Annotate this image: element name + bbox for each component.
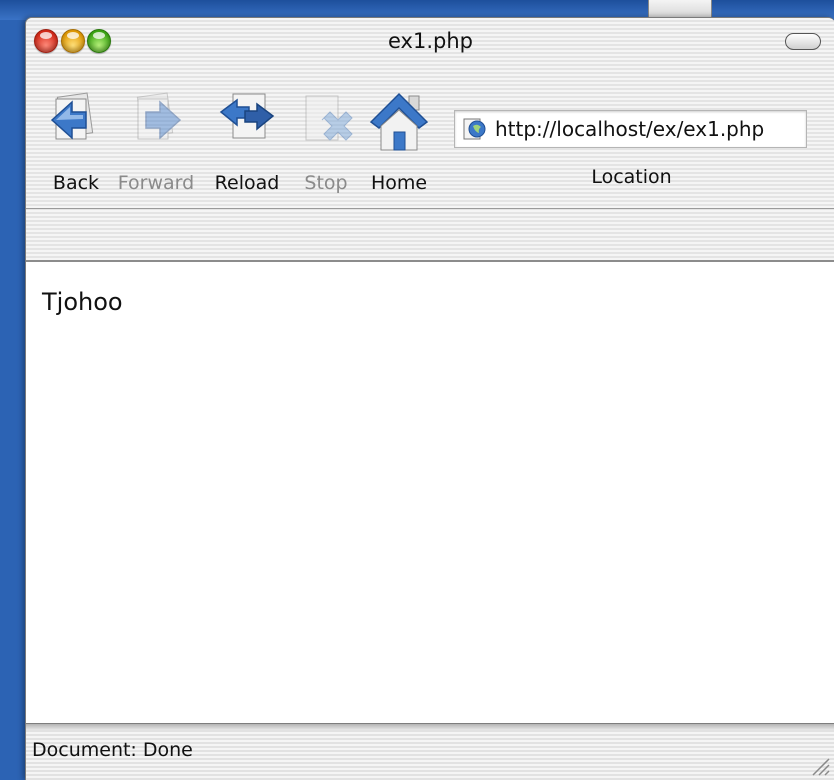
navigation-toolbar: Back Forward Reload Stop Home http://loc… bbox=[26, 84, 834, 208]
site-globe-icon bbox=[463, 118, 486, 140]
status-bar: Document: Done bbox=[26, 723, 834, 780]
title-bar[interactable]: ex1.php bbox=[26, 18, 834, 74]
back-arrow-icon bbox=[50, 92, 94, 140]
location-bar: http://localhost/ex/ex1.php Location bbox=[454, 110, 809, 188]
back-label: Back bbox=[52, 172, 100, 194]
resize-grip-icon[interactable] bbox=[809, 755, 831, 777]
home-label: Home bbox=[370, 172, 428, 194]
reload-icon bbox=[219, 93, 275, 139]
forward-label: Forward bbox=[117, 172, 195, 194]
forward-button[interactable]: Forward bbox=[116, 90, 196, 202]
page-text: Tjohoo bbox=[42, 288, 123, 316]
stop-icon bbox=[305, 95, 353, 141]
home-button[interactable]: Home bbox=[366, 90, 432, 202]
home-icon bbox=[369, 92, 429, 151]
toolbar-toggle-button[interactable] bbox=[785, 33, 821, 50]
stop-label: Stop bbox=[304, 172, 348, 194]
url-text: http://localhost/ex/ex1.php bbox=[495, 117, 765, 141]
reload-button[interactable]: Reload bbox=[212, 90, 282, 202]
location-label: Location bbox=[591, 166, 672, 188]
browser-window: ex1.php Back Forward Reload Stop Home ht… bbox=[25, 17, 834, 780]
stop-button[interactable]: Stop bbox=[298, 90, 354, 202]
url-input[interactable]: http://localhost/ex/ex1.php bbox=[454, 110, 807, 148]
page-content: Tjohoo bbox=[26, 262, 834, 723]
status-text: Document: Done bbox=[32, 739, 193, 761]
forward-arrow-icon bbox=[136, 92, 182, 140]
reload-label: Reload bbox=[214, 172, 280, 194]
window-title: ex1.php bbox=[388, 29, 473, 53]
toolbar-divider bbox=[26, 208, 834, 209]
back-button[interactable]: Back bbox=[46, 90, 106, 202]
